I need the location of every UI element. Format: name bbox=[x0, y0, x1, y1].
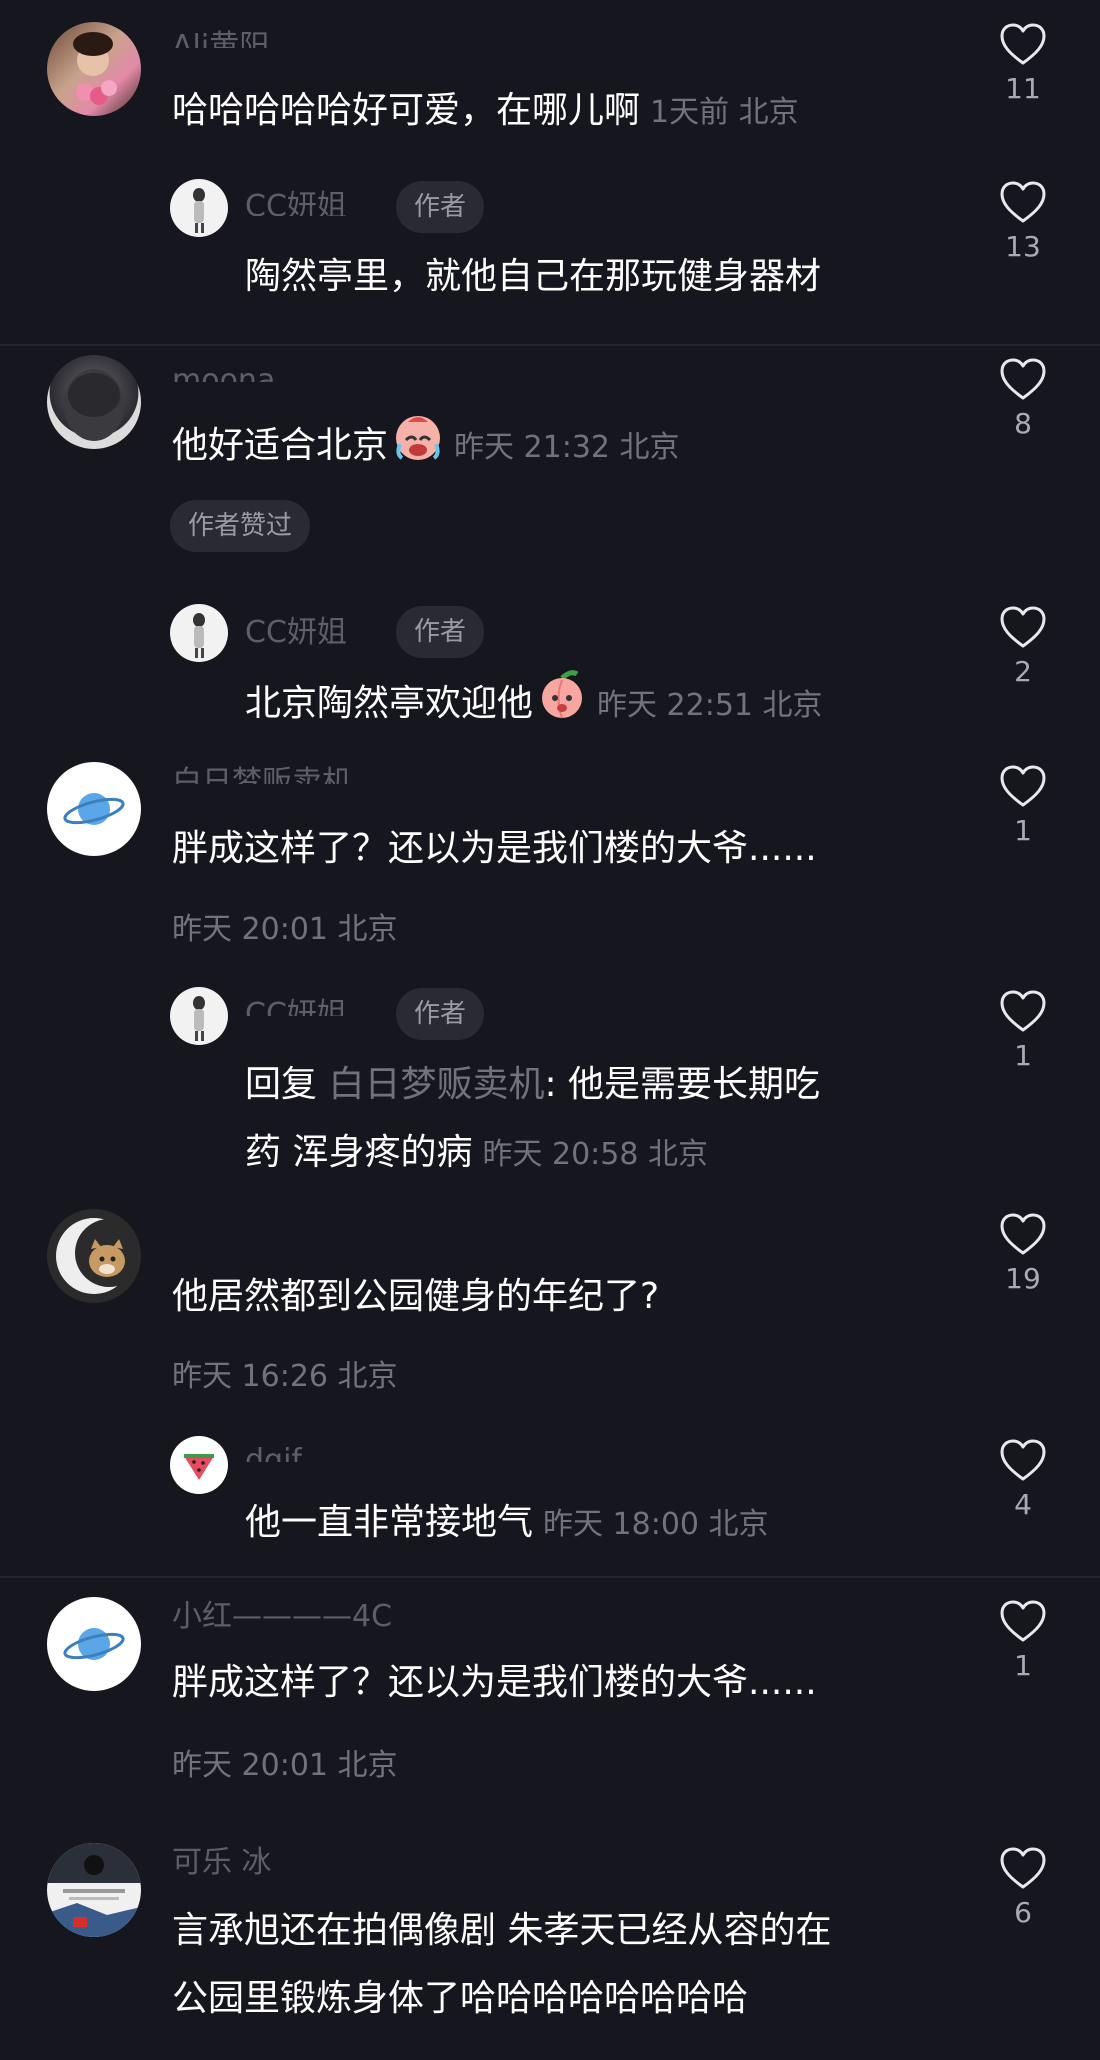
like-button[interactable]: 6 bbox=[983, 1846, 1063, 1929]
reply-body: 他一直非常接地气 bbox=[245, 1502, 534, 1543]
like-button[interactable]: 1 bbox=[983, 1599, 1063, 1682]
avatar-figure-icon bbox=[193, 613, 205, 658]
avatar[interactable] bbox=[170, 1436, 228, 1494]
reply-meta: 昨天 20:58 北京 bbox=[482, 1137, 708, 1172]
like-count: 11 bbox=[1005, 72, 1041, 105]
comment-text: 胖成这样了？还以为是我们楼的大爷...... bbox=[172, 828, 817, 869]
comment-text-line2: 公园里锻炼身体了哈哈哈哈哈哈哈哈 bbox=[172, 1978, 749, 2019]
like-count: 2 bbox=[1014, 655, 1032, 688]
heart-icon bbox=[1000, 1847, 1046, 1889]
author-badge: 作者 bbox=[396, 606, 485, 658]
avatar[interactable] bbox=[47, 1209, 141, 1303]
like-count: 8 bbox=[1014, 407, 1032, 440]
comment-username[interactable]: 可乐 冰 bbox=[172, 1846, 272, 1884]
comment-username[interactable]: Ali黄阳 bbox=[172, 30, 269, 48]
like-button[interactable]: 13 bbox=[983, 180, 1063, 263]
comment-meta: 昨天 21:32 北京 bbox=[454, 430, 680, 465]
watermelon-icon bbox=[184, 1454, 214, 1480]
peach-emoji-icon bbox=[537, 668, 587, 742]
reply-text: 陶然亭里，就他自己在那玩健身器材 bbox=[245, 256, 822, 297]
like-count: 1 bbox=[1014, 1649, 1032, 1682]
author-liked-badge: 作者赞过 bbox=[170, 500, 311, 552]
reply-text: 回复 白日梦贩卖机: 他是需要长期吃 bbox=[245, 1052, 820, 1118]
reply-meta: 昨天 22:51 北京 bbox=[597, 688, 823, 723]
truncated-text: ▁▁ ▁▁▁ ▁▁▁ bbox=[172, 2046, 412, 2060]
comment-username[interactable]: 白日梦贩卖机 bbox=[172, 766, 352, 784]
avatar[interactable] bbox=[47, 355, 141, 449]
reply-username[interactable]: dgif bbox=[245, 1444, 302, 1462]
reply-prefix: 回复 bbox=[245, 1064, 318, 1105]
reply-meta: 昨天 18:00 北京 bbox=[543, 1507, 769, 1542]
comment-text: 他好适合北京 昨天 21:32 北京 bbox=[172, 410, 680, 484]
like-count: 1 bbox=[1014, 814, 1032, 847]
avatar-figure-icon bbox=[193, 188, 205, 233]
cat-moon-icon bbox=[47, 1209, 141, 1303]
avatar-photo-icon bbox=[73, 32, 117, 105]
avatar[interactable] bbox=[47, 1843, 141, 1937]
reply-text: 北京陶然亭欢迎他 昨天 22:51 北京 bbox=[245, 668, 823, 742]
comment-meta: 昨天 20:01 北京 bbox=[172, 912, 398, 947]
reply-text-line2: 药 浑身疼的病 昨天 20:58 北京 bbox=[245, 1120, 708, 1188]
comment-body: 他好适合北京 bbox=[172, 425, 389, 466]
like-count: 6 bbox=[1014, 1896, 1032, 1929]
like-button[interactable]: 11 bbox=[983, 22, 1063, 105]
avatar[interactable] bbox=[170, 604, 228, 662]
comment-meta: 1天前 北京 bbox=[650, 95, 799, 130]
reply-to-username[interactable]: 白日梦贩卖机 bbox=[328, 1064, 544, 1105]
heart-icon bbox=[1000, 181, 1046, 223]
avatar[interactable] bbox=[170, 987, 228, 1045]
reply-text: 他一直非常接地气 昨天 18:00 北京 bbox=[245, 1490, 769, 1558]
avatar[interactable] bbox=[47, 1597, 141, 1691]
comment-body: 哈哈哈哈哈好可爱，在哪儿啊 bbox=[172, 90, 641, 131]
comment-meta: 昨天 16:26 北京 bbox=[172, 1359, 398, 1394]
like-button[interactable]: 19 bbox=[983, 1212, 1063, 1295]
reply-body-line2: 药 浑身疼的病 bbox=[245, 1132, 473, 1173]
heart-icon bbox=[1000, 606, 1046, 648]
truncated-text: ▁▁▁ ▁ ▁▁▁ bbox=[245, 1200, 505, 1216]
heart-icon bbox=[1000, 23, 1046, 65]
like-button[interactable]: 1 bbox=[983, 764, 1063, 847]
comment-text: 胖成这样了？还以为是我们楼的大爷...... bbox=[172, 1662, 817, 1703]
comment-meta: 昨天 20:01 北京 bbox=[172, 1748, 398, 1783]
like-button[interactable]: 8 bbox=[983, 357, 1063, 440]
divider bbox=[0, 344, 1100, 346]
heart-icon bbox=[1000, 765, 1046, 807]
avatar[interactable] bbox=[170, 179, 228, 237]
heart-icon bbox=[1000, 358, 1046, 400]
reply-username[interactable]: CC妍姐 bbox=[245, 616, 347, 650]
reply-body: 北京陶然亭欢迎他 bbox=[245, 683, 534, 724]
like-button[interactable]: 4 bbox=[983, 1438, 1063, 1521]
avatar-scene-icon bbox=[47, 1843, 141, 1937]
like-button[interactable]: 2 bbox=[983, 605, 1063, 688]
reply-username[interactable]: CC妍姐 bbox=[245, 190, 347, 216]
comment-text: 哈哈哈哈哈好可爱，在哪儿啊 1天前 北京 bbox=[172, 78, 799, 146]
like-button[interactable]: 1 bbox=[983, 989, 1063, 1072]
crying-laughing-emoji-icon bbox=[392, 410, 444, 484]
heart-icon bbox=[1000, 1600, 1046, 1642]
comment-text: 他居然都到公园健身的年纪了? bbox=[172, 1276, 660, 1317]
avatar-figure-icon bbox=[193, 996, 205, 1041]
reply-username[interactable]: CC妍姐 bbox=[245, 998, 347, 1016]
author-badge: 作者 bbox=[396, 181, 485, 233]
like-count: 4 bbox=[1014, 1488, 1032, 1521]
planet-icon bbox=[63, 793, 125, 825]
avatar[interactable] bbox=[47, 22, 141, 116]
like-count: 1 bbox=[1014, 1039, 1032, 1072]
comment-username[interactable]: moona_ bbox=[172, 364, 290, 382]
comment-text-line1: 言承旭还在拍偶像剧 朱孝天已经从容的在 bbox=[172, 1910, 832, 1951]
divider bbox=[0, 1576, 1100, 1578]
heart-icon bbox=[1000, 1439, 1046, 1481]
heart-icon bbox=[1000, 1213, 1046, 1255]
reply-body-line1: : 他是需要长期吃 bbox=[544, 1064, 821, 1105]
avatar[interactable] bbox=[47, 762, 141, 856]
heart-icon bbox=[1000, 990, 1046, 1032]
comment-username[interactable]: 小红————4C bbox=[172, 1600, 392, 1638]
author-badge: 作者 bbox=[396, 988, 485, 1040]
like-count: 19 bbox=[1005, 1262, 1041, 1295]
planet-icon bbox=[63, 1628, 125, 1660]
avatar-head-icon bbox=[64, 369, 124, 441]
like-count: 13 bbox=[1005, 230, 1041, 263]
